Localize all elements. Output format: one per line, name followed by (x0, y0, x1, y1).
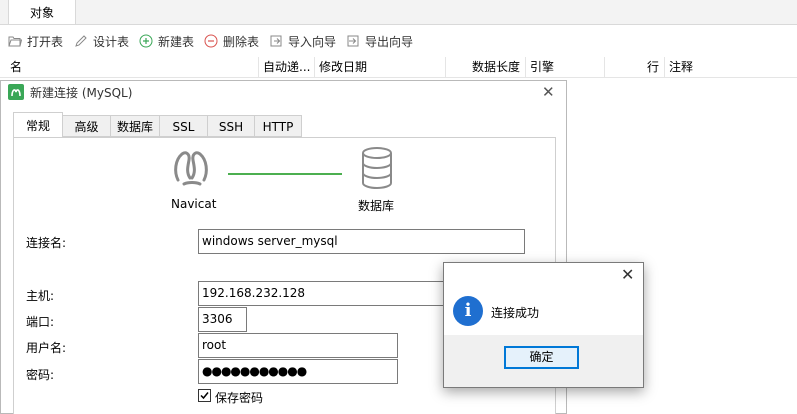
tab-ssh[interactable]: SSH (207, 115, 255, 137)
password-label: 密码: (26, 368, 55, 382)
info-icon: i (453, 296, 483, 326)
delete-table-label: 删除表 (223, 34, 260, 49)
top-tab-strip (0, 0, 797, 25)
messagebox-text: 连接成功 (491, 306, 540, 320)
navicat-client-icon (170, 146, 214, 190)
tab-objects[interactable]: 对象 (8, 0, 76, 24)
design-table-label: 设计表 (93, 34, 130, 49)
messagebox-close-icon[interactable]: ✕ (621, 265, 634, 284)
tab-http[interactable]: HTTP (254, 115, 302, 137)
navicat-label: Navicat (171, 197, 217, 211)
checkmark-icon (200, 392, 209, 400)
export-wizard-label: 导出向导 (365, 34, 414, 49)
import-icon (269, 34, 283, 48)
column-modified-date[interactable]: 修改日期 (314, 57, 445, 77)
save-password-label[interactable]: 保存密码 (215, 389, 263, 406)
ok-button[interactable]: 确定 (504, 346, 579, 369)
tab-general[interactable]: 常规 (13, 112, 63, 138)
new-table-button[interactable]: 新建表 (139, 31, 194, 51)
username-input[interactable]: root (198, 333, 398, 358)
minus-circle-icon (204, 34, 218, 48)
import-wizard-label: 导入向导 (288, 34, 337, 49)
folder-open-icon (8, 34, 23, 48)
tab-ssl[interactable]: SSL (159, 115, 208, 137)
navicat-logo-icon (8, 84, 24, 100)
pencil-icon (74, 34, 88, 48)
column-rows[interactable]: 行 (604, 57, 664, 77)
database-label: 数据库 (358, 199, 395, 213)
export-wizard-button[interactable]: 导出向导 (346, 31, 413, 51)
import-wizard-button[interactable]: 导入向导 (269, 31, 336, 51)
open-table-button[interactable]: 打开表 (8, 31, 63, 51)
column-auto-increment[interactable]: 自动递... (258, 57, 314, 77)
database-icon (360, 147, 394, 190)
new-table-label: 新建表 (158, 34, 195, 49)
connection-name-input[interactable]: windows server_mysql (198, 229, 525, 254)
dialog-close-icon[interactable]: ✕ (542, 84, 555, 100)
connection-name-label: 连接名: (26, 236, 67, 250)
export-icon (346, 34, 360, 48)
dialog-title: 新建连接 (MySQL) (30, 86, 133, 100)
username-label: 用户名: (26, 341, 67, 355)
messagebox-titlebar (444, 263, 643, 285)
column-name[interactable]: 名 (6, 57, 258, 77)
tab-advanced[interactable]: 高级 (62, 115, 111, 137)
host-label: 主机: (26, 289, 55, 303)
port-label: 端口: (26, 315, 55, 329)
save-password-checkbox[interactable] (198, 389, 211, 402)
plus-circle-icon (139, 34, 153, 48)
delete-table-button[interactable]: 删除表 (204, 31, 259, 51)
design-table-button[interactable]: 设计表 (74, 31, 129, 51)
tab-objects-label: 对象 (29, 5, 54, 20)
connector-line (228, 173, 342, 175)
password-input[interactable]: ●●●●●●●●●●● (198, 359, 398, 384)
column-data-length[interactable]: 数据长度 (445, 57, 525, 77)
tab-databases[interactable]: 数据库 (110, 115, 160, 137)
open-table-label: 打开表 (27, 34, 64, 49)
host-input[interactable]: 192.168.232.128 (198, 281, 445, 306)
port-input[interactable]: 3306 (198, 307, 247, 332)
column-comment[interactable]: 注释 (664, 57, 797, 77)
column-engine[interactable]: 引擎 (525, 57, 604, 77)
